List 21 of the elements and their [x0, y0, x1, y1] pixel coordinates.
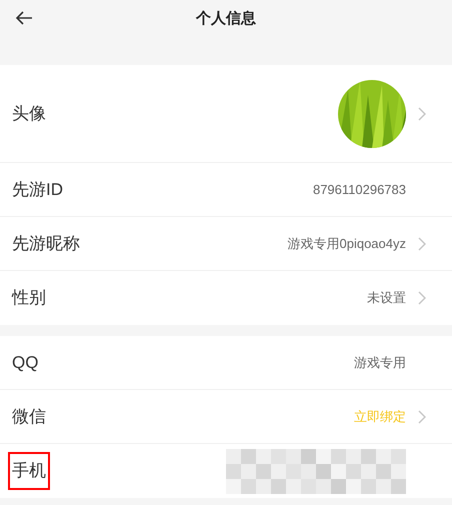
settings-row[interactable]: 头像 — [0, 65, 452, 163]
settings-row[interactable]: 性别 未设置 — [0, 271, 452, 325]
row-value: 8796110296783 — [312, 180, 406, 199]
row-value: 游戏专用0piqoao4yz — [288, 234, 406, 253]
settings-row[interactable]: 先游ID 8796110296783 — [0, 163, 452, 217]
row-label: QQ — [11, 352, 40, 374]
page-title: 个人信息 — [196, 9, 256, 29]
row-label: 手机 — [8, 452, 50, 490]
row-label: 先游ID — [11, 178, 64, 201]
back-arrow-icon[interactable] — [15, 11, 33, 25]
row-value: 立即绑定 — [354, 408, 406, 426]
settings-row[interactable]: 手机 — [0, 444, 452, 498]
settings-row[interactable]: 微信 立即绑定 — [0, 390, 452, 444]
settings-row[interactable]: 先游昵称 游戏专用0piqoao4yz — [0, 217, 452, 271]
row-value: 游戏专用 — [354, 354, 406, 372]
row-label: 先游昵称 — [11, 232, 81, 255]
row-label: 微信 — [11, 406, 47, 428]
row-label: 头像 — [11, 102, 47, 125]
row-label: 性别 — [10, 287, 47, 310]
settings-row[interactable]: QQ 游戏专用 — [0, 336, 452, 390]
row-value: 未设置 — [367, 289, 406, 308]
